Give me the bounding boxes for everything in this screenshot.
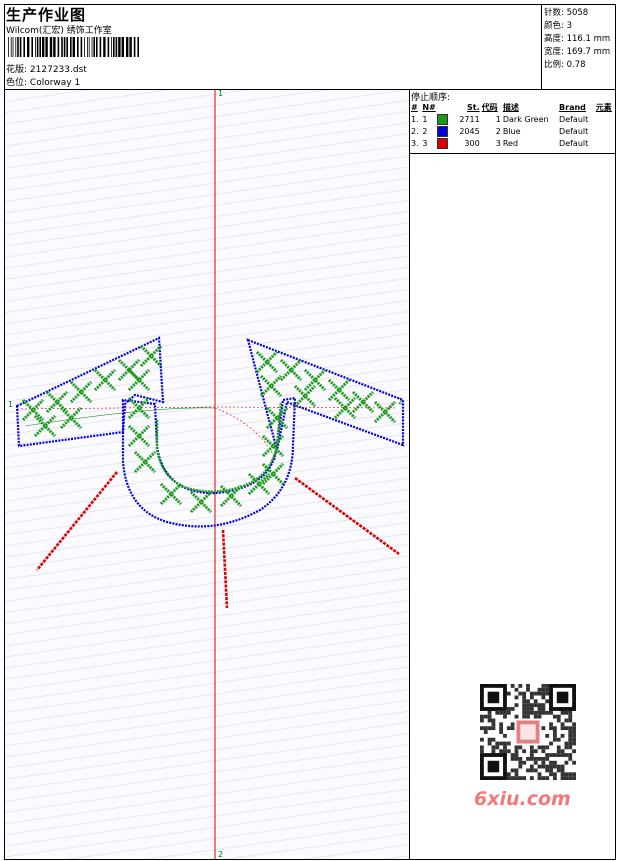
thread-cell: 1 [481, 113, 502, 125]
thread-stitches: 2711 [459, 114, 480, 124]
thread-cell: 3. [410, 137, 421, 149]
thread-num: 1. [411, 114, 419, 124]
axis-label-bottom: 2 [218, 850, 223, 859]
thread-brand: Default [559, 126, 589, 136]
thread-cell: Default [558, 137, 595, 149]
thread-cell [595, 137, 616, 149]
axis-label-left: 1 [8, 400, 13, 409]
stat-stitches: 针数: 5058 [544, 8, 589, 18]
col-header: 元素 [595, 102, 612, 112]
thread-num: 3. [411, 138, 419, 148]
col-header: 代码 [481, 102, 498, 112]
qr-code [480, 684, 576, 780]
thread-desc: Red [502, 138, 519, 148]
company-name: Wilcom(汇宏) 绣饰工作室 [6, 26, 112, 36]
stat-width: 宽度: 169.7 mm [544, 47, 611, 57]
colorway-line: 色位: Colorway 1 [6, 75, 80, 88]
travel-line-red [214, 407, 278, 463]
green-inner-edge [155, 401, 283, 493]
thread-cell: 2. [410, 125, 421, 137]
thread-cell: 2 [421, 125, 454, 137]
thread-code: 1 [495, 114, 501, 124]
thread-row: 2. 2 2045 2 Blue Default [410, 125, 616, 137]
thread-cell [595, 113, 616, 125]
thread-cell [595, 125, 616, 137]
stats-box: 针数: 5058 颜色: 3 高度: 116.1 mm 宽度: 169.7 mm… [541, 4, 616, 90]
thread-row: 1. 1 2711 1 Dark Green Default [410, 113, 616, 125]
qr-watermark: 6xiu.com [468, 678, 586, 818]
stat-height: 高度: 116.1 mm [544, 34, 611, 44]
design-file-line: 花版: 2127233.dst [6, 62, 87, 75]
col-header: # [411, 102, 418, 112]
thread-cell: 2 [481, 125, 502, 137]
thread-cell: Default [558, 113, 595, 125]
design-canvas: 1 2 1 2 [4, 89, 410, 860]
barcode [8, 37, 139, 57]
thread-cell: 1. [410, 113, 421, 125]
thread-desc: Dark Green [502, 114, 549, 124]
color-swatch [437, 137, 449, 149]
thread-cell: Default [558, 125, 595, 137]
stat-colors: 颜色: 3 [544, 21, 572, 31]
thread-table: # N# St. 代码 描述 Brand 元素 1. 1 2711 1 Dark Gre… [410, 101, 616, 149]
colorway-label: 色位: [6, 78, 28, 88]
left-wing-outline [15, 336, 165, 448]
table-divider [409, 153, 616, 154]
thread-brand: Default [559, 138, 589, 148]
thread-cell: 3 [421, 137, 454, 149]
colorway-value: Colorway 1 [29, 78, 81, 88]
thread-stitches: 2045 [459, 126, 480, 136]
thread-n: 3 [422, 138, 428, 148]
thread-code: 3 [495, 138, 501, 148]
col-header: Brand [559, 102, 586, 112]
page-title: 生产作业图 [6, 6, 87, 24]
axis-label-top: 1 [218, 90, 223, 98]
red-line-left [35, 471, 119, 571]
thread-code: 2 [495, 126, 501, 136]
green-crossstitch [21, 344, 397, 514]
thread-n: 2 [422, 126, 428, 136]
thread-cell: 2711 [454, 113, 480, 125]
thread-n: 1 [422, 114, 428, 124]
thread-desc: Blue [502, 126, 521, 136]
stat-scale: 比例: 0.78 [544, 60, 586, 70]
thread-cell: 300 [454, 137, 480, 149]
thread-cell: 1 [421, 113, 454, 125]
col-header: St. [467, 102, 480, 112]
thread-cell: 3 [481, 137, 502, 149]
col-header: N# [422, 102, 436, 112]
thread-cell: Red [502, 137, 558, 149]
thread-row: 3. 3 300 3 Red Default [410, 137, 616, 149]
color-swatch [437, 125, 449, 137]
watermark-text: 6xiu.com [474, 788, 571, 810]
travel-line-green [24, 407, 216, 427]
red-line-right [294, 476, 400, 556]
red-line-bottom [221, 529, 229, 609]
design-file-value: 2127233.dst [29, 65, 87, 75]
thread-num: 2. [411, 126, 419, 136]
thread-table-header: # N# St. 代码 描述 Brand 元素 [410, 101, 616, 113]
color-swatch [437, 113, 449, 125]
thread-brand: Default [559, 114, 589, 124]
thread-cell: Blue [502, 125, 558, 137]
thread-stitches: 300 [464, 138, 480, 148]
thread-cell: 2045 [454, 125, 480, 137]
thread-cell: Dark Green [502, 113, 558, 125]
design-file-label: 花版: [6, 65, 28, 75]
embroidery-design: 1 2 1 2 [8, 90, 405, 859]
col-header: 描述 [502, 102, 519, 112]
